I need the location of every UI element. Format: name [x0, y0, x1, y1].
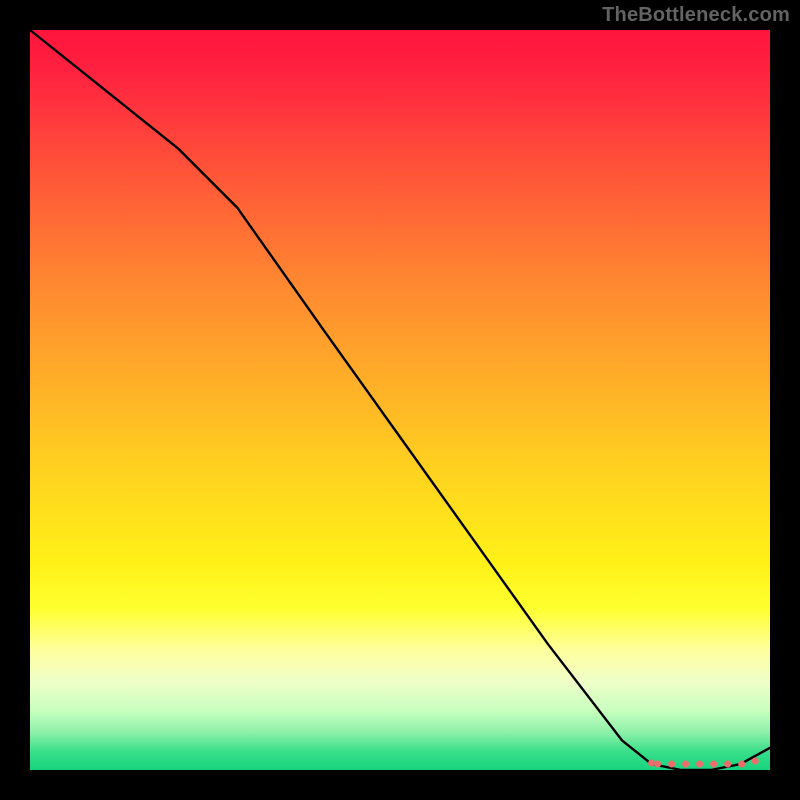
chart-frame: TheBottleneck.com — [0, 0, 800, 800]
plot-area — [30, 30, 770, 770]
main-curve — [30, 30, 770, 770]
attribution-text: TheBottleneck.com — [602, 4, 790, 27]
marker-dots — [652, 761, 756, 764]
chart-overlay — [30, 30, 770, 770]
